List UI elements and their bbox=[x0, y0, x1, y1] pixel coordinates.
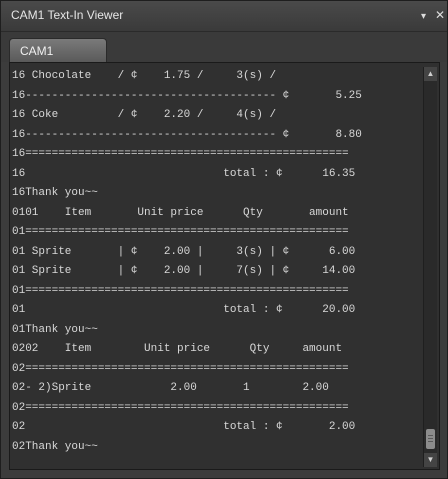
text-output-panel[interactable]: 16 Chocolate / ¢ 1.75 / 3(s) / 16-------… bbox=[9, 62, 440, 470]
scroll-up-icon[interactable]: ▲ bbox=[424, 67, 437, 81]
vertical-scrollbar[interactable]: ▲ ▼ bbox=[423, 67, 437, 467]
text-line: 01 Sprite | ¢ 2.00 | 3(s) | ¢ 6.00 bbox=[12, 245, 356, 258]
text-line: 02- 2)Sprite 2.00 1 2.00 bbox=[12, 382, 329, 394]
text-line: 01======================================… bbox=[12, 226, 349, 238]
tab-strip: CAM1 bbox=[1, 32, 447, 62]
text-line: 02======================================… bbox=[12, 401, 349, 414]
scroll-down-icon[interactable]: ▼ bbox=[424, 453, 437, 467]
tab-label: CAM1 bbox=[20, 44, 54, 58]
text-line: 0202 Item Unit price Qty amount bbox=[12, 343, 343, 355]
text-in-viewer-window: CAM1 Text-In Viewer ▾ ✕ CAM1 16 Chocolat… bbox=[0, 0, 448, 479]
close-icon[interactable]: ✕ bbox=[435, 7, 445, 23]
text-output: 16 Chocolate / ¢ 1.75 / 3(s) / 16-------… bbox=[12, 67, 420, 467]
window-title: CAM1 Text-In Viewer bbox=[11, 8, 124, 22]
text-line: 16--------------------------------------… bbox=[12, 89, 362, 102]
text-line: 01======================================… bbox=[12, 284, 349, 297]
text-line: 16Thank you~~ bbox=[12, 187, 98, 199]
scrollbar-thumb[interactable] bbox=[426, 429, 435, 449]
title-bar[interactable]: CAM1 Text-In Viewer ▾ ✕ bbox=[1, 1, 447, 32]
text-line: 16======================================… bbox=[12, 148, 349, 160]
tab-cam1[interactable]: CAM1 bbox=[9, 38, 107, 62]
text-line: 02======================================… bbox=[12, 362, 349, 375]
text-line: 01 Sprite | ¢ 2.00 | 7(s) | ¢ 14.00 bbox=[12, 265, 356, 277]
text-line: 02 total : ¢ 2.00 bbox=[12, 421, 356, 433]
text-line: 16 Coke / ¢ 2.20 / 4(s) / bbox=[12, 109, 277, 121]
text-line: 02Thank you~~ bbox=[12, 440, 98, 453]
text-line: 01 total : ¢ 20.00 bbox=[12, 304, 356, 316]
text-line: 16 total : ¢ 16.35 bbox=[12, 167, 356, 180]
text-line: 16 Chocolate / ¢ 1.75 / 3(s) / bbox=[12, 70, 277, 82]
text-line: 16--------------------------------------… bbox=[12, 128, 362, 141]
text-line: 0101 Item Unit price Qty amount bbox=[12, 206, 349, 219]
text-line: 01Thank you~~ bbox=[12, 323, 98, 336]
dropdown-icon[interactable]: ▾ bbox=[421, 9, 426, 25]
